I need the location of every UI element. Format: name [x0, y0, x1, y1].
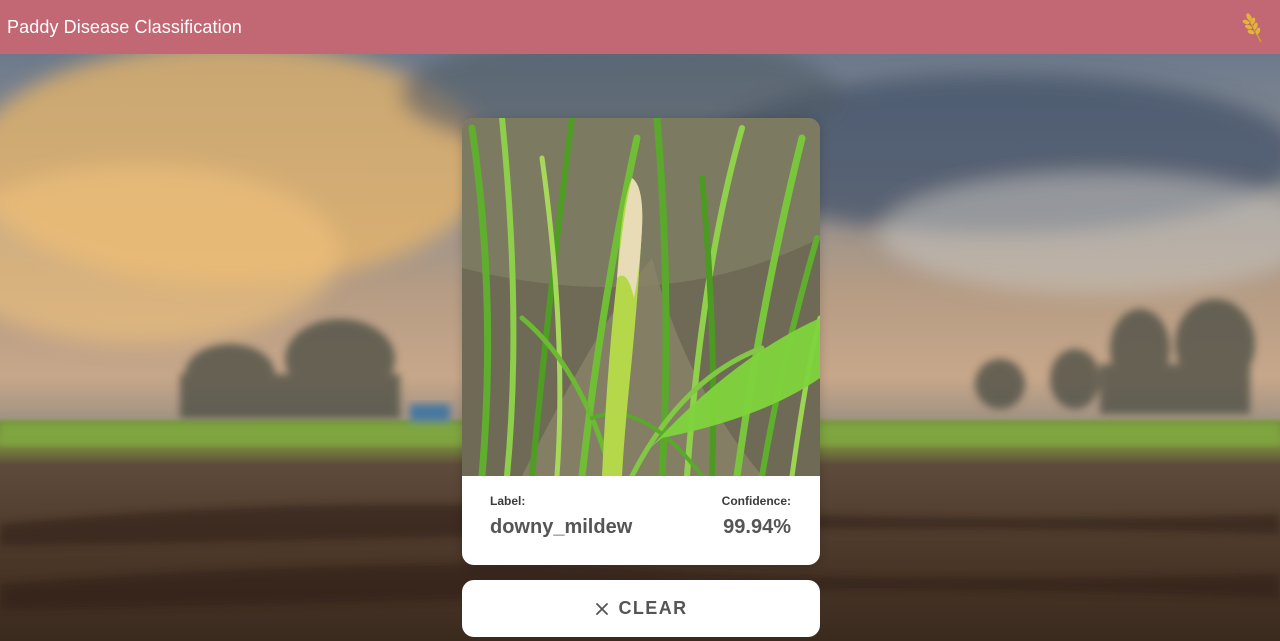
app-bar: Paddy Disease Classification: [0, 0, 1280, 54]
label-group: Label: downy_mildew: [490, 494, 632, 539]
app-title: Paddy Disease Classification: [7, 16, 242, 37]
result-panel: Label: downy_mildew Confidence: 99.94%: [462, 476, 820, 565]
clear-button[interactable]: CLEAR: [462, 580, 820, 637]
prediction-card: Label: downy_mildew Confidence: 99.94%: [462, 118, 820, 565]
label-value: downy_mildew: [490, 516, 633, 538]
confidence-value: 99.94%: [723, 516, 791, 538]
clear-button-label: CLEAR: [618, 598, 688, 618]
wheat-icon: [1242, 13, 1262, 43]
confidence-group: Confidence: 99.94%: [722, 494, 791, 539]
close-icon: [595, 602, 608, 615]
label-caption: Label:: [490, 494, 526, 508]
confidence-caption: Confidence:: [721, 494, 791, 508]
rice-plant-photo: [462, 118, 820, 476]
